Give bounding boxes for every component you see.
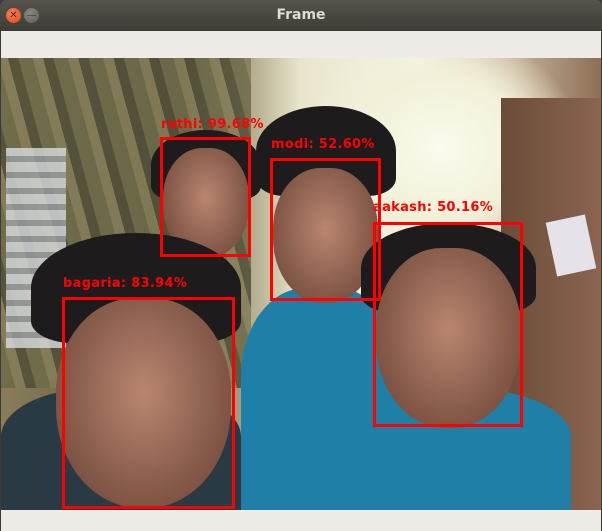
toolbar: [1, 31, 601, 59]
detection-label-bagaria: bagaria: 83.94%: [63, 276, 188, 291]
detection-box-aakash: [373, 222, 523, 427]
detection-box-bagaria: [62, 297, 235, 509]
camera-frame: rathi: 99.68% modi: 52.60% aakash: 50.16…: [1, 58, 601, 510]
detection-box-rathi: [160, 137, 251, 257]
detection-label-rathi: rathi: 99.68%: [161, 117, 264, 132]
detection-label-aakash: aakash: 50.16%: [373, 200, 494, 215]
detection-label-modi: modi: 52.60%: [271, 137, 375, 152]
title-bar: ✕ — Frame: [0, 0, 602, 31]
window-title: Frame: [276, 7, 326, 23]
status-strip: [1, 510, 601, 531]
detection-box-modi: [270, 158, 381, 301]
